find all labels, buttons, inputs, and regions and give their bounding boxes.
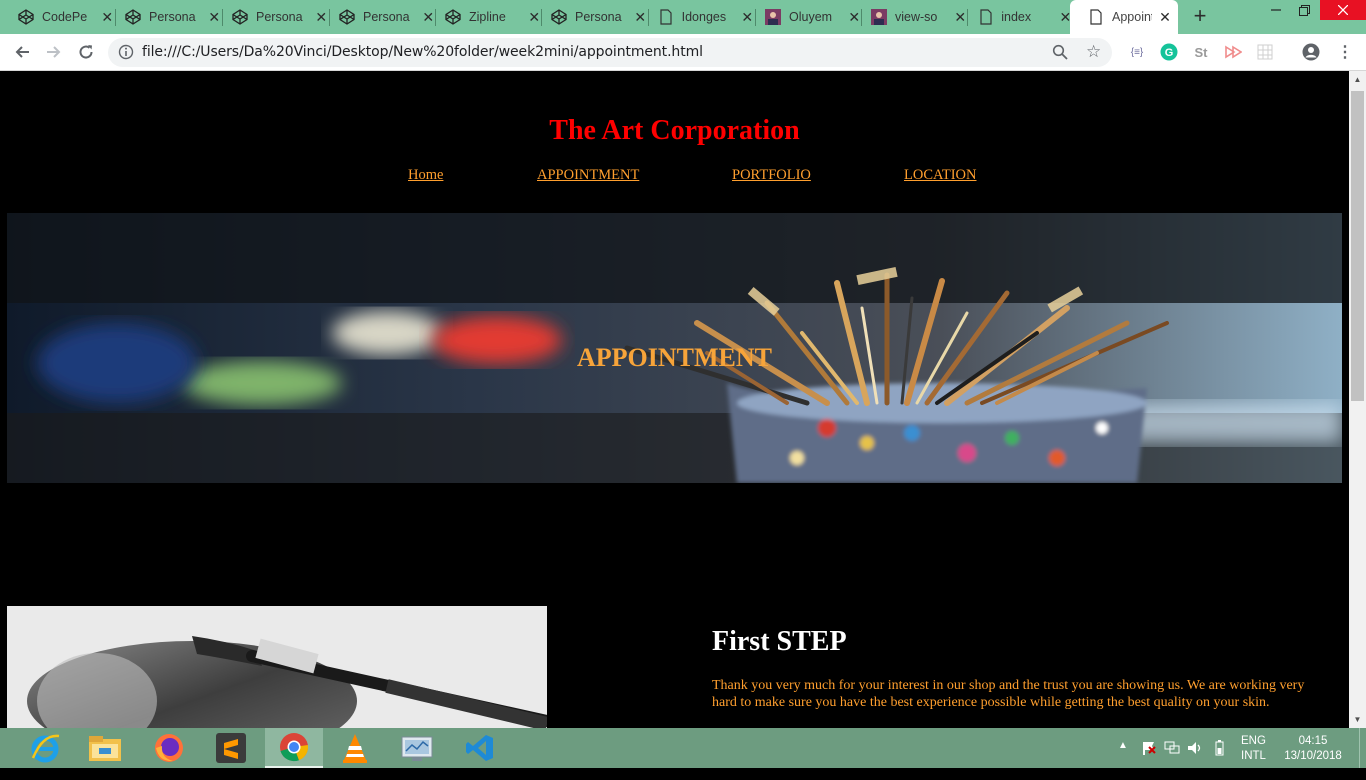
tab-title: Persona <box>256 10 303 24</box>
st-extension-icon[interactable]: St <box>1192 43 1210 61</box>
vscode-icon[interactable] <box>451 728 509 768</box>
tab-active[interactable]: Appoint ✕ <box>1070 0 1178 34</box>
battery-icon[interactable] <box>1210 740 1228 780</box>
flag-notification-icon[interactable] <box>1140 740 1156 780</box>
clock-date: 13/10/2018 <box>1284 750 1342 762</box>
reload-button[interactable] <box>74 40 98 64</box>
url-text[interactable]: file:///C:/Users/Da%20Vinci/Desktop/New%… <box>142 44 703 60</box>
tab-title: Persona <box>575 10 622 24</box>
forward-button[interactable] <box>42 40 66 64</box>
nav-link-appointment[interactable]: APPOINTMENT <box>537 167 639 184</box>
new-tab-button[interactable]: + <box>1188 4 1212 28</box>
tab-title: index <box>1001 10 1032 24</box>
browser-toolbar: file:///C:/Users/Da%20Vinci/Desktop/New%… <box>0 34 1366 71</box>
show-hidden-icons-chevron-icon[interactable]: ▲ <box>1118 740 1128 780</box>
clock[interactable]: 04:15 13/10/2018 <box>1278 734 1348 774</box>
tab-codepen-4[interactable]: Persona ✕ <box>321 0 435 34</box>
tab-codepen-5[interactable]: Zipline ✕ <box>427 0 541 34</box>
volume-icon[interactable] <box>1186 740 1204 780</box>
windows-taskbar: ▲ ENG INTL 04:15 13/10/2018 <box>0 728 1366 768</box>
tab-title: Persona <box>363 10 410 24</box>
codepen-icon <box>125 9 141 25</box>
back-button[interactable] <box>10 40 34 64</box>
address-bar[interactable]: file:///C:/Users/Da%20Vinci/Desktop/New%… <box>108 38 1112 67</box>
profile-icon[interactable] <box>1302 43 1320 61</box>
step-title: First STEP <box>712 626 847 657</box>
step-description: Thank you very much for your interest in… <box>712 678 1305 710</box>
codepen-icon <box>339 9 355 25</box>
show-desktop-button[interactable] <box>1359 728 1366 768</box>
tab-title: Appoint <box>1112 10 1152 24</box>
bookmark-star-icon[interactable]: ☆ <box>1086 42 1101 62</box>
json-viewer-icon[interactable]: {≡} <box>1128 43 1146 61</box>
document-icon <box>658 9 674 25</box>
language-code: ENG <box>1241 735 1266 747</box>
tab-codepen-3[interactable]: Persona ✕ <box>214 0 328 34</box>
scroll-up-arrow-icon[interactable]: ▲ <box>1349 71 1366 88</box>
codepen-icon <box>232 9 248 25</box>
menu-icon[interactable]: ⋮ <box>1336 43 1354 61</box>
sublime-text-icon[interactable] <box>202 728 260 768</box>
hero-banner: APPOINTMENT <box>7 213 1342 483</box>
nav-link-home[interactable]: Home <box>408 167 443 184</box>
grid-extension-icon[interactable] <box>1256 43 1274 61</box>
scroll-down-arrow-icon[interactable]: ▼ <box>1349 711 1366 728</box>
tab-strip: CodePe ✕ Persona ✕ Persona ✕ Persona ✕ Z… <box>0 0 1366 34</box>
search-icon[interactable] <box>1052 44 1068 60</box>
nav-link-location[interactable]: LOCATION <box>904 167 977 184</box>
codepen-icon <box>445 9 461 25</box>
keyboard-layout: INTL <box>1241 750 1266 762</box>
close-icon[interactable]: ✕ <box>1158 9 1172 26</box>
stone-brush-graphic <box>7 606 547 728</box>
page-viewport: The Art Corporation Home APPOINTMENT POR… <box>0 71 1349 728</box>
control-panel-icon[interactable] <box>388 728 446 768</box>
tab-title: Persona <box>149 10 196 24</box>
tab-codepen-6[interactable]: Persona ✕ <box>533 0 647 34</box>
chrome-icon[interactable] <box>265 728 323 768</box>
network-icon[interactable] <box>1163 740 1181 780</box>
tab-document-2[interactable]: index ✕ <box>960 0 1072 34</box>
file-explorer-icon[interactable] <box>76 728 134 768</box>
info-icon[interactable] <box>118 44 134 60</box>
scrollbar-thumb[interactable] <box>1351 91 1364 401</box>
tab-title: Idonges <box>681 10 727 24</box>
tab-title: CodePe <box>42 10 88 24</box>
tab-avatar-2[interactable]: view-so ✕ <box>853 0 967 34</box>
hero-title: APPOINTMENT <box>577 343 772 372</box>
tab-title: view-so <box>895 10 938 24</box>
tab-document-1[interactable]: Idonges ✕ <box>640 0 754 34</box>
firefox-icon[interactable] <box>140 728 198 768</box>
close-window-button[interactable] <box>1320 0 1366 20</box>
vlc-icon[interactable] <box>326 728 384 768</box>
tab-title: Oluyem <box>789 10 833 24</box>
tab-codepen-1[interactable]: CodePe ✕ <box>0 0 114 34</box>
restore-button[interactable] <box>1290 0 1318 20</box>
avatar-icon <box>765 9 781 25</box>
minimize-button[interactable] <box>1262 0 1290 20</box>
stone-brush-image <box>7 606 547 728</box>
site-title: The Art Corporation <box>549 115 800 146</box>
grammarly-icon[interactable]: G <box>1160 43 1178 61</box>
codepen-icon <box>18 9 34 25</box>
video-extension-icon[interactable] <box>1224 43 1242 61</box>
vertical-scrollbar[interactable]: ▲ ▼ <box>1349 71 1366 728</box>
nav-link-portfolio[interactable]: PORTFOLIO <box>732 167 811 184</box>
codepen-icon <box>551 9 567 25</box>
avatar-icon <box>871 9 887 25</box>
svg-text:G: G <box>1165 47 1174 59</box>
tab-avatar-1[interactable]: Oluyem ✕ <box>747 0 861 34</box>
clock-time: 04:15 <box>1298 735 1328 747</box>
internet-explorer-icon[interactable] <box>16 728 74 768</box>
tab-title: Zipline <box>469 10 506 24</box>
document-icon <box>1088 9 1104 25</box>
document-icon <box>978 9 993 25</box>
tab-codepen-2[interactable]: Persona ✕ <box>107 0 221 34</box>
input-language-indicator[interactable]: ENG INTL <box>1241 734 1266 774</box>
